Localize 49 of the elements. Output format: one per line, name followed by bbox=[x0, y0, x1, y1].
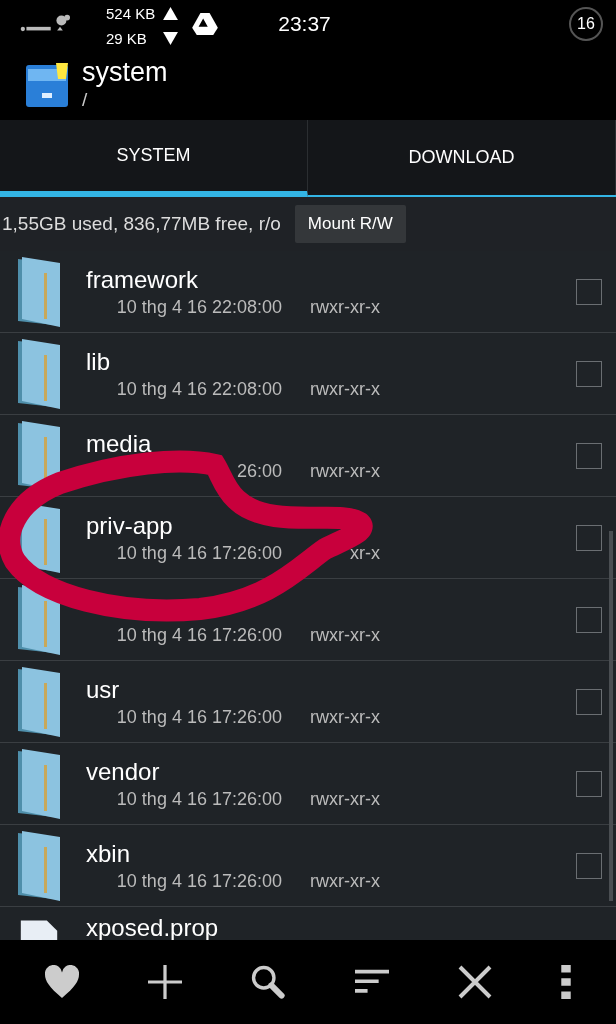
add-icon[interactable] bbox=[148, 965, 182, 999]
checkbox[interactable] bbox=[576, 360, 602, 387]
modified-date: 10 thg 4 16 17:26:00 bbox=[115, 625, 282, 646]
storage-info: 1,55GB used, 836,77MB free, r/o bbox=[2, 213, 281, 235]
file-name: framework bbox=[86, 265, 200, 295]
tab[interactable]: DOWNLOAD bbox=[308, 120, 616, 195]
close-icon[interactable] bbox=[457, 965, 492, 999]
search-icon[interactable] bbox=[251, 965, 286, 999]
permissions: rwxr-xr-x bbox=[309, 707, 380, 728]
permissions: rwxr-xr-x bbox=[309, 871, 380, 892]
up-arrow-icon bbox=[163, 7, 179, 20]
permissions: rwxr-xr-x bbox=[309, 297, 380, 318]
modified-date: 10 thg 4 16 22:08:00 bbox=[115, 297, 282, 318]
checkbox[interactable] bbox=[576, 524, 602, 551]
checkbox[interactable] bbox=[576, 770, 602, 797]
permissions: rwxr-xr-x bbox=[309, 379, 380, 400]
modified-date: 10 thg 4 16 17:26:00 bbox=[115, 707, 282, 728]
heart-icon[interactable] bbox=[44, 965, 79, 999]
notification-badge: 16 bbox=[569, 7, 603, 41]
file-name: media bbox=[86, 429, 153, 459]
checkbox[interactable] bbox=[576, 442, 602, 469]
drive-icon bbox=[192, 13, 219, 35]
permissions: rwxr-xr-x bbox=[309, 461, 380, 482]
checkbox[interactable] bbox=[576, 606, 602, 633]
modified-date: 10 thg 4 16 17:26:00 bbox=[115, 871, 282, 892]
permissions: rwxr-xr-x bbox=[309, 625, 380, 646]
clock: 23:37 bbox=[278, 12, 331, 36]
download-speed: 29 KB bbox=[106, 29, 148, 48]
permissions: xr-x bbox=[349, 543, 380, 564]
folder-title: system bbox=[82, 56, 168, 88]
checkbox[interactable] bbox=[576, 278, 602, 305]
down-arrow-icon bbox=[163, 32, 179, 45]
file-name: vendor bbox=[86, 757, 161, 787]
permissions: rwxr-xr-x bbox=[309, 789, 380, 810]
folder-path: / bbox=[82, 88, 89, 112]
modified-date: 26:00 bbox=[235, 461, 282, 482]
checkbox[interactable] bbox=[576, 852, 602, 879]
modified-date: 10 thg 4 16 17:26:00 bbox=[115, 789, 282, 810]
modified-date: 10 thg 4 16 17:26:00 bbox=[115, 543, 282, 564]
more-icon[interactable] bbox=[561, 965, 572, 999]
file-name: usr bbox=[86, 675, 121, 705]
file-name: lib bbox=[86, 347, 111, 377]
modified-date: 10 thg 4 16 22:08:00 bbox=[115, 379, 282, 400]
file-name: xbin bbox=[86, 839, 132, 869]
scrollbar[interactable] bbox=[609, 531, 613, 901]
checkbox[interactable] bbox=[576, 688, 602, 715]
file-name: priv-app bbox=[86, 511, 174, 541]
upload-speed: 524 KB bbox=[106, 4, 156, 23]
mount-button[interactable]: Mount R/W bbox=[294, 205, 406, 243]
